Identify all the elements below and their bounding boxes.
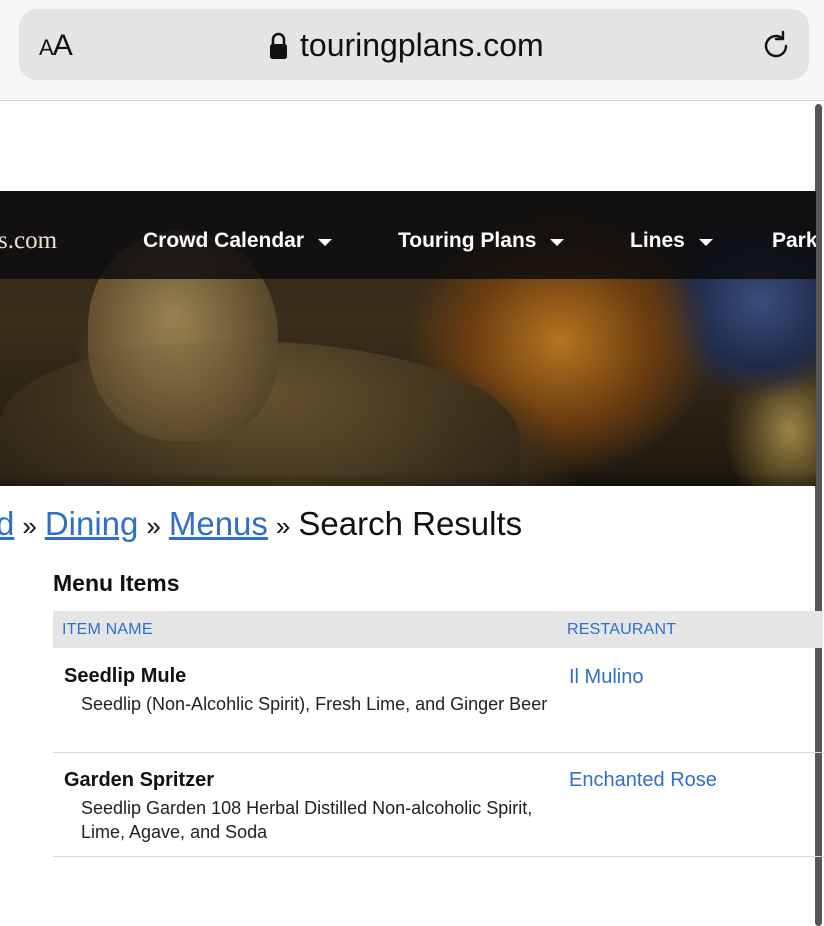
breadcrumb-link-parent[interactable]: d (0, 505, 14, 542)
section-title: Menu Items (53, 570, 180, 596)
restaurant-link[interactable]: Il Mulino (569, 666, 643, 689)
text-size-button[interactable]: AA (39, 29, 73, 63)
main-navigation: s.com Crowd Calendar Touring Plans Lines… (0, 191, 816, 279)
breadcrumb: d» Dining» Menus» Search Results (0, 505, 522, 543)
hero-banner: s.com Crowd Calendar Touring Plans Lines… (0, 191, 816, 486)
nav-item-label: Crowd Calendar (143, 229, 305, 252)
breadcrumb-link-menus[interactable]: Menus (169, 505, 268, 542)
breadcrumb-separator: » (146, 511, 161, 541)
nav-item-crowd-calendar[interactable]: Crowd Calendar (143, 229, 333, 253)
item-description: Seedlip Garden 108 Herbal Distilled Non-… (81, 798, 533, 842)
nav-item-label: Touring Plans (398, 229, 537, 252)
column-header-item-name[interactable]: ITEM NAME (62, 621, 153, 639)
restaurant-link[interactable]: Enchanted Rose (569, 769, 717, 792)
url-text: touringplans.com (300, 27, 544, 63)
table-row: Seedlip Mule Seedlip (Non-Alcohlic Spiri… (53, 648, 823, 753)
text-size-small-label: A (39, 35, 54, 60)
breadcrumb-separator: » (275, 511, 291, 541)
nav-item-parks[interactable]: Parks (772, 229, 816, 253)
nav-item-touring-plans[interactable]: Touring Plans (398, 229, 565, 253)
nav-item-label: Parks (772, 229, 816, 252)
lock-icon (270, 32, 287, 59)
nav-item-label: Lines (630, 229, 685, 252)
item-description: Seedlip (Non-Alcohlic Spirit), Fresh Lim… (81, 694, 548, 714)
site-logo[interactable]: s.com (0, 227, 57, 255)
column-header-restaurant[interactable]: RESTAURANT (567, 621, 676, 639)
table-row: Garden Spritzer Seedlip Garden 108 Herba… (53, 753, 823, 857)
breadcrumb-separator: » (22, 511, 37, 541)
breadcrumb-link-dining[interactable]: Dining (45, 505, 139, 542)
item-name: Seedlip Mule (64, 665, 187, 687)
nav-item-lines[interactable]: Lines (630, 229, 713, 253)
caret-down-icon (550, 238, 565, 246)
reload-icon[interactable] (759, 29, 793, 63)
text-size-large-label: A (52, 29, 73, 62)
browser-address-bar: AA touringplans.com (0, 0, 824, 101)
caret-down-icon (318, 238, 333, 246)
caret-down-icon (698, 238, 713, 246)
url-field[interactable]: AA touringplans.com (19, 9, 809, 80)
breadcrumb-current: Search Results (298, 505, 523, 542)
item-name: Garden Spritzer (64, 769, 215, 791)
table-header: ITEM NAME RESTAURANT (53, 611, 823, 648)
